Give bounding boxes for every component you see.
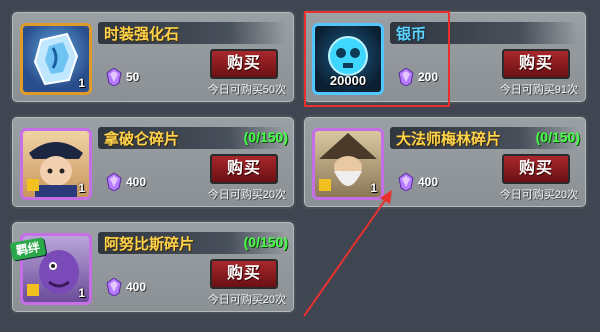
annotation-arrow-icon	[303, 190, 392, 317]
